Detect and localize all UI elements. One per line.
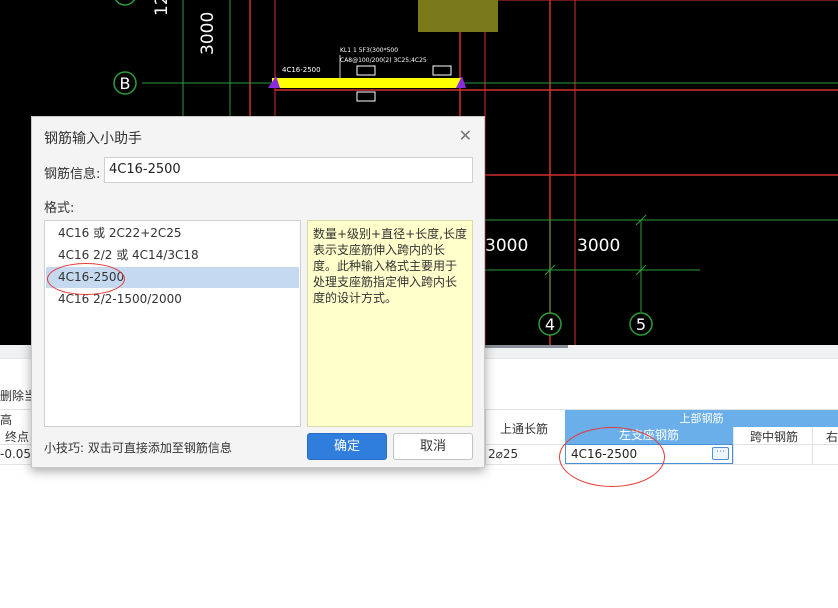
rebar-info-label: 钢筋信息: [44,167,101,182]
format-item[interactable]: 4C16 或 2C22+2C25 [46,223,299,244]
highlight-oval-format [47,263,125,295]
tip-text: 小技巧: 双击可直接添加至钢筋信息 [44,441,232,455]
ok-button[interactable]: 确定 [307,433,387,460]
close-icon[interactable]: ✕ [459,126,472,145]
grid-col-sep [485,409,486,465]
dim-120: 12 [152,0,172,16]
beam-note-2: CA8@100/200(2) 3C25;4C25 [340,57,427,64]
axis-5-label: 5 [636,315,646,334]
dim-3000-b: 3000 [577,236,620,256]
cell-end-value[interactable]: -0.05 [0,447,31,461]
dim-3000-vertical: 3000 [198,12,218,55]
rebar-info-input[interactable]: 4C16-2500 [104,157,473,183]
grid-col-sep [812,427,813,465]
dim-3000-a: 3000 [485,236,528,256]
beam-label: 4C16-2500 [282,66,321,74]
col-group-top-rebar: 上部钢筋 [565,410,838,427]
dialog-title: 钢筋输入小助手 [44,131,142,147]
col-header-mid: 跨中钢筋 [750,430,799,444]
format-description: 数量+级别+直径+长度,长度表示支座筋伸入跨内的长度。此种输入格式主要用于处理支… [307,220,473,427]
cancel-button[interactable]: 取消 [393,433,473,460]
col-header-height: 高 [0,413,13,427]
col-header-top-through: 上通长筋 [500,422,549,436]
axis-b-label: B [120,74,131,93]
col-header-right: 右 [826,430,838,444]
axis-4-label: 4 [545,315,555,334]
cell-top-through-value[interactable]: 2⌀25 [488,447,518,461]
grid-col-sep [733,427,734,465]
rebar-input-helper-dialog: 钢筋输入小助手 ✕ 钢筋信息: 4C16-2500 格式: 4C16 或 2C2… [31,116,485,468]
format-list[interactable]: 4C16 或 2C22+2C25 4C16 2/2 或 4C14/3C18 4C… [44,220,301,427]
beam-note-1: KL1 1 5F3(300*500 [340,47,398,54]
app-root: B 4 5 3000 12 3000 3000 4C16-2500 KL1 1 … [0,0,838,608]
splitter-handle[interactable] [485,345,568,348]
format-label: 格式: [44,201,75,216]
col-header-end: 终点 [5,430,30,444]
highlight-oval-cell [559,427,665,487]
more-icon[interactable]: ⋯ [712,447,729,460]
